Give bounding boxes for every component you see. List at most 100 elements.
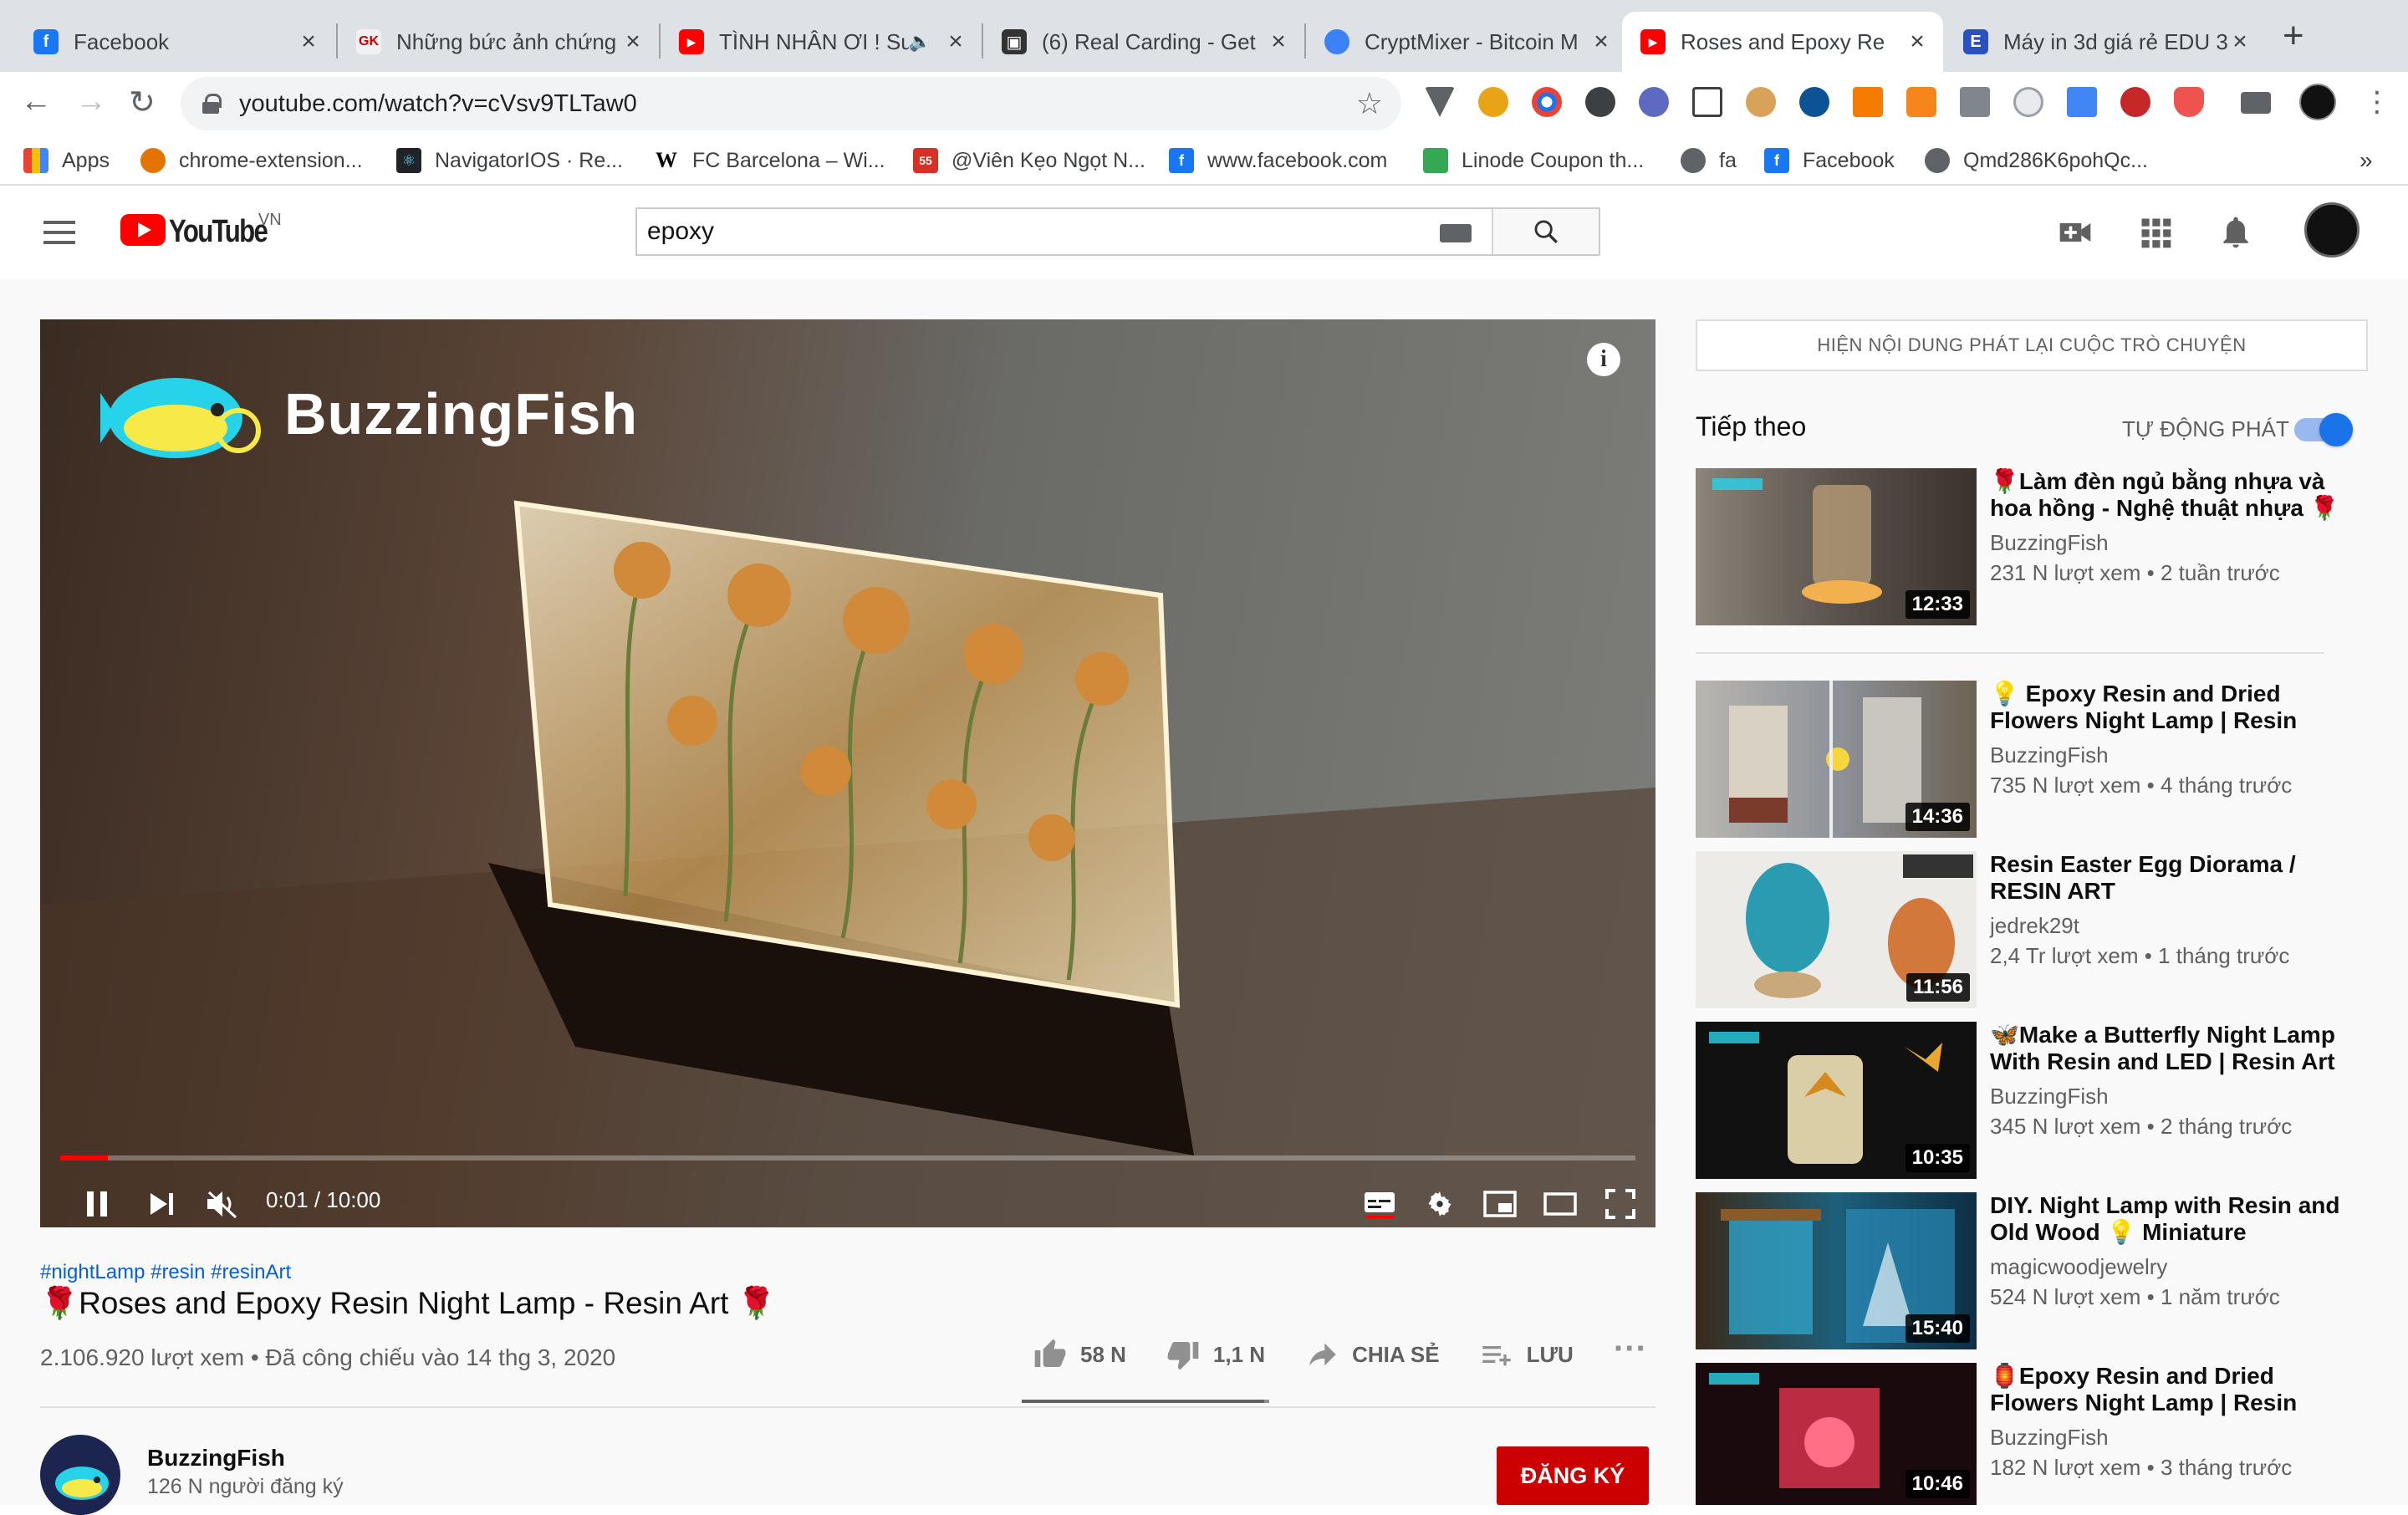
bookmark-item[interactable]: Linode Coupon th...: [1423, 144, 1644, 177]
extension-bug-icon[interactable]: [2120, 87, 2150, 117]
recommendation-channel[interactable]: magicwoodjewelry: [1990, 1254, 2167, 1280]
menu-hamburger-icon[interactable]: [43, 221, 75, 244]
eyedropper-icon[interactable]: [1960, 87, 1990, 117]
show-chat-replay-button[interactable]: HIỆN NỘI DUNG PHÁT LẠI CUỘC TRÒ CHUYỆN: [1696, 319, 2368, 371]
recommendation-title[interactable]: DIY. Night Lamp with Resin and Old Wood …: [1990, 1192, 2341, 1246]
search-button[interactable]: [1492, 209, 1599, 254]
recommendation-title[interactable]: Resin Easter Egg Diorama / RESIN ART: [1990, 851, 2341, 905]
speaker-muted-icon[interactable]: 🔈: [909, 31, 931, 53]
account-avatar[interactable]: [2304, 202, 2360, 258]
bookmark-item[interactable]: f Facebook: [1764, 144, 1895, 177]
apps-grid-icon[interactable]: [2137, 214, 2174, 251]
browser-tab[interactable]: CryptMixer - Bitcoin M ×: [1306, 12, 1627, 72]
share-button[interactable]: CHIA SẺ: [1305, 1338, 1440, 1371]
browser-tab-active[interactable]: ▶ Roses and Epoxy Re ×: [1622, 12, 1943, 72]
recommendation-item[interactable]: 10:35 🦋Make a Butterfly Night Lamp With …: [1696, 1022, 2381, 1179]
browser-tab[interactable]: f Facebook ×: [15, 12, 334, 72]
close-tab-icon[interactable]: ×: [620, 28, 645, 56]
recommendation-item[interactable]: 15:40 DIY. Night Lamp with Resin and Old…: [1696, 1192, 2381, 1349]
recommendation-item[interactable]: 14:36 💡 Epoxy Resin and Dried Flowers Ni…: [1696, 681, 2381, 838]
extension-ws-icon[interactable]: [1639, 87, 1669, 117]
new-tab-button[interactable]: +: [2283, 15, 2304, 57]
next-button[interactable]: [145, 1187, 179, 1221]
more-actions-button[interactable]: ···: [1614, 1330, 1647, 1368]
channel-avatar[interactable]: [40, 1435, 120, 1515]
close-tab-icon[interactable]: ×: [296, 28, 321, 56]
extension-circle-icon[interactable]: [2013, 87, 2043, 117]
recommendation-channel[interactable]: BuzzingFish: [1990, 742, 2109, 768]
browser-tab[interactable]: ▶ TÌNH NHÂN ƠI ! Sư 🔈 ×: [661, 12, 982, 72]
vue-devtools-icon[interactable]: [1425, 87, 1455, 117]
settings-button[interactable]: [1423, 1187, 1457, 1221]
browser-tab[interactable]: ▣ (6) Real Carding - Get ×: [983, 12, 1304, 72]
bookmark-item[interactable]: ⚛ NavigatorIOS · Re...: [396, 144, 623, 177]
recommendation-item[interactable]: 11:56 Resin Easter Egg Diorama / RESIN A…: [1696, 851, 2381, 1008]
video-thumbnail[interactable]: 12:33: [1696, 468, 1977, 625]
video-thumbnail[interactable]: 11:56: [1696, 851, 1977, 1008]
close-tab-icon[interactable]: ×: [2227, 28, 2252, 56]
create-video-icon[interactable]: [2057, 214, 2094, 251]
browser-tab[interactable]: GK Những bức ảnh chứng ×: [338, 12, 659, 72]
recommendation-channel[interactable]: BuzzingFish: [1990, 1425, 2109, 1451]
keyboard-icon[interactable]: [1440, 224, 1472, 242]
recommendation-item[interactable]: 10:46 🏮Epoxy Resin and Dried Flowers Nig…: [1696, 1363, 2381, 1505]
recommendation-title[interactable]: 🦋Make a Butterfly Night Lamp With Resin …: [1990, 1022, 2341, 1075]
bookmark-item[interactable]: f www.facebook.com: [1169, 144, 1387, 177]
close-tab-icon[interactable]: ×: [1266, 28, 1291, 56]
video-hashtags[interactable]: #nightLamp #resin #resinArt: [40, 1261, 291, 1284]
cookie-icon[interactable]: [1746, 87, 1776, 117]
video-player[interactable]: BuzzingFish i 0:01 / 10:00: [40, 319, 1656, 1227]
screen-cast-icon[interactable]: [1692, 87, 1722, 117]
extension-cookie-icon[interactable]: [1478, 87, 1508, 117]
save-button[interactable]: LƯU: [1480, 1338, 1574, 1371]
mute-button[interactable]: [206, 1187, 239, 1221]
close-tab-icon[interactable]: ×: [1905, 28, 1930, 56]
theater-mode-button[interactable]: [1543, 1187, 1577, 1221]
extension-globe-icon[interactable]: [1799, 87, 1829, 117]
google-translate-icon[interactable]: [2067, 87, 2097, 117]
bookmark-item[interactable]: chrome-extension...: [140, 144, 363, 177]
recommendation-channel[interactable]: BuzzingFish: [1990, 1084, 2109, 1109]
recommendation-title[interactable]: 🌹Làm đèn ngủ bằng nhựa và hoa hồng - Ngh…: [1990, 468, 2341, 522]
fullscreen-button[interactable]: [1604, 1187, 1637, 1221]
notifications-bell-icon[interactable]: [2217, 214, 2254, 251]
info-card-icon[interactable]: i: [1587, 343, 1620, 376]
extension-bird-icon[interactable]: [1853, 87, 1883, 117]
recommendation-channel[interactable]: BuzzingFish: [1990, 530, 2109, 556]
shield-icon[interactable]: [2174, 87, 2204, 117]
recommendation-title[interactable]: 💡 Epoxy Resin and Dried Flowers Night La…: [1990, 681, 2341, 734]
reload-icon[interactable]: ↻: [129, 84, 156, 121]
recommendation-channel[interactable]: jedrek29t: [1990, 913, 2079, 939]
bookmark-item[interactable]: W FC Barcelona – Wi...: [654, 144, 885, 177]
close-tab-icon[interactable]: ×: [943, 28, 968, 56]
media-queue-icon[interactable]: [2241, 92, 2271, 114]
address-bar[interactable]: youtube.com/watch?v=cVsv9TLTaw0 ☆: [181, 77, 1401, 130]
forward-arrow-icon[interactable]: →: [75, 84, 107, 120]
subtitles-button[interactable]: [1363, 1187, 1396, 1221]
browser-tab[interactable]: E Máy in 3d giá rẻ EDU 3 ×: [1945, 12, 2266, 72]
bookmark-item[interactable]: fa: [1681, 144, 1737, 177]
chrome-menu-icon[interactable]: ⋮: [2363, 85, 2391, 119]
bookmark-item[interactable]: 55 @Viên Kẹo Ngọt N...: [913, 144, 1145, 177]
color-picker-icon[interactable]: [1532, 87, 1562, 117]
lock-icon[interactable]: [202, 94, 222, 114]
subscribe-button[interactable]: ĐĂNG KÝ: [1497, 1446, 1649, 1505]
youtube-logo[interactable]: YouTube VN: [120, 211, 282, 250]
back-arrow-icon[interactable]: ←: [20, 84, 52, 120]
extension-c-icon[interactable]: [1585, 87, 1615, 117]
video-thumbnail[interactable]: 10:46: [1696, 1363, 1977, 1505]
more-bookmarks-chevron-icon[interactable]: »: [2360, 144, 2373, 177]
video-thumbnail[interactable]: 14:36: [1696, 681, 1977, 838]
profile-avatar[interactable]: [2299, 84, 2336, 120]
bookmark-item[interactable]: Qmd286K6pohQc...: [1925, 144, 2148, 177]
pause-button[interactable]: [80, 1187, 114, 1221]
bookmark-star-icon[interactable]: ☆: [1356, 86, 1383, 121]
channel-name[interactable]: BuzzingFish: [147, 1445, 285, 1472]
video-thumbnail[interactable]: 10:35: [1696, 1022, 1977, 1179]
recommendation-title[interactable]: 🏮Epoxy Resin and Dried Flowers Night Lam…: [1990, 1363, 2341, 1416]
miniplayer-button[interactable]: [1483, 1187, 1517, 1221]
autoplay-toggle[interactable]: [2294, 413, 2353, 446]
url-text[interactable]: youtube.com/watch?v=cVsv9TLTaw0: [239, 90, 637, 118]
search-input[interactable]: [637, 209, 1492, 254]
bookmark-apps[interactable]: Apps: [23, 144, 110, 177]
